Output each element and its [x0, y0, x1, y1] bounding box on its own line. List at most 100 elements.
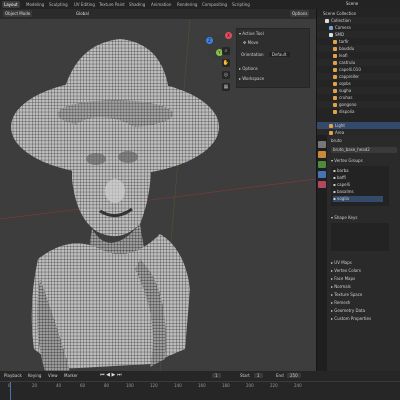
list-item[interactable]: sqobs: [317, 80, 400, 87]
properties-tabs: [317, 135, 327, 371]
list-item[interactable]: bauddu: [317, 45, 400, 52]
list-item[interactable]: cruhas: [317, 94, 400, 101]
properties-editor: bruto bruto_base_head2 ▾ Vertex Groups ▪…: [316, 135, 400, 371]
section-remesh[interactable]: ▸ Remesh: [331, 299, 350, 306]
section-normals[interactable]: ▸ Normals: [331, 283, 351, 290]
tick-label: 20: [32, 383, 38, 388]
zoom-icon[interactable]: ⌕: [222, 47, 230, 55]
section-custom-properties[interactable]: ▸ Custom Properties: [331, 315, 371, 322]
tab-layout[interactable]: Layout: [2, 1, 20, 8]
tool-tab-icon[interactable]: [318, 141, 326, 148]
section-vertex-colors[interactable]: ▸ Vertex Colors: [331, 267, 361, 274]
gizmo-x-axis[interactable]: X: [225, 32, 232, 39]
orientation-select[interactable]: Default: [268, 52, 290, 57]
list-item[interactable]: SMD: [317, 31, 400, 38]
tick-label: 160: [198, 383, 206, 388]
tick-label: 220: [270, 383, 278, 388]
timeline-divider: [0, 381, 400, 382]
tab-texture-paint[interactable]: Texture Paint: [97, 1, 127, 8]
list-item[interactable]: sugha: [317, 87, 400, 94]
scene-selector[interactable]: Scene: [346, 1, 358, 6]
list-item[interactable]: tarfir: [317, 38, 400, 45]
grid-icon[interactable]: ▦: [222, 83, 230, 91]
marker-menu[interactable]: Marker: [64, 373, 78, 378]
tab-shading[interactable]: Shading: [127, 1, 147, 8]
tab-compositing[interactable]: Compositing: [200, 1, 229, 8]
current-frame-field[interactable]: 1: [212, 373, 221, 378]
object-name[interactable]: bruto: [331, 138, 342, 143]
outliner: Scene Collection Collection Camera SMD t…: [316, 9, 400, 136]
vertex-groups-header[interactable]: ▾ Vertex Groups: [331, 157, 363, 164]
section-texture-space[interactable]: ▸ Texture Space: [331, 291, 362, 298]
list-item[interactable]: dispolia: [317, 108, 400, 115]
options-label: Options: [242, 66, 258, 71]
list-item[interactable]: capelli.010: [317, 66, 400, 73]
mesh-name-field[interactable]: bruto_base_head2: [331, 147, 397, 153]
hand-icon[interactable]: ✋: [222, 59, 230, 67]
playhead[interactable]: [10, 382, 11, 400]
list-item[interactable]: Collection: [317, 17, 400, 24]
camera-icon[interactable]: ◎: [222, 71, 230, 79]
workspace-bar: Layout Modeling Sculpting UV Editing Tex…: [0, 0, 400, 9]
list-item[interactable]: castrulu: [317, 59, 400, 66]
tick-label: 80: [104, 383, 110, 388]
viewport-header: Object Mode Global Options: [0, 9, 316, 19]
tab-modeling[interactable]: Modeling: [24, 1, 46, 8]
sidebar-panel: ▾ Active Tool ✥ Move Orientation Default…: [236, 28, 310, 88]
tick-label: 60: [80, 383, 86, 388]
scene-collection-label: Scene Collection: [323, 11, 357, 16]
modifier-tab-icon[interactable]: [318, 161, 326, 168]
playback-controls[interactable]: ⏮ ◀ ▶ ⏭: [100, 372, 121, 378]
list-item[interactable]: leafi: [317, 52, 400, 59]
mesh-data-tab-icon[interactable]: [318, 171, 326, 178]
shape-keys-list: [331, 223, 389, 251]
options-header[interactable]: ▸ Options: [239, 66, 258, 72]
tab-sculpting[interactable]: Sculpting: [47, 1, 70, 8]
move-tool[interactable]: ✥ Move: [243, 40, 258, 46]
orientation-label: Orientation: [241, 52, 264, 57]
tab-rendering[interactable]: Rendering: [175, 1, 199, 8]
start-label: Start: [240, 373, 250, 378]
list-item[interactable]: Light: [317, 122, 400, 129]
vertex-groups-label: Vertex Groups: [334, 158, 363, 163]
orientation-row: Orientation Default: [241, 52, 290, 58]
list-item[interactable]: ▪ basalms: [333, 189, 383, 195]
outliner-title: Scene Collection: [317, 10, 400, 17]
list-item[interactable]: ▪ baffi: [333, 175, 383, 181]
gizmo-z-axis[interactable]: Z: [206, 37, 213, 44]
object-tab-icon[interactable]: [318, 151, 326, 158]
active-tool-label: Active Tool: [242, 31, 264, 36]
tick-label: 120: [150, 383, 158, 388]
tool-name: Move: [247, 40, 259, 45]
tab-animation[interactable]: Animation: [149, 1, 173, 8]
orientation-dropdown[interactable]: Global: [74, 10, 91, 17]
section-face-maps[interactable]: ▸ Face Maps: [331, 275, 355, 282]
tick-label: 240: [294, 383, 302, 388]
playback-menu[interactable]: Playback: [4, 373, 22, 378]
mode-dropdown[interactable]: Object Mode: [3, 10, 33, 17]
start-field[interactable]: 1: [254, 373, 263, 378]
end-label: End: [276, 373, 284, 378]
section-uv-maps[interactable]: ▸ UV Maps: [331, 259, 352, 266]
shape-keys-header[interactable]: ▾ Shape Keys: [331, 214, 357, 221]
keying-menu[interactable]: Keying: [28, 373, 41, 378]
list-item[interactable]: gongono: [317, 101, 400, 108]
list-item[interactable]: ▪ barba: [333, 168, 383, 174]
list-item[interactable]: ▪ voglia: [333, 196, 383, 202]
tab-uv-editing[interactable]: UV Editing: [72, 1, 97, 8]
list-item[interactable]: ▪ capelli: [333, 182, 383, 188]
material-tab-icon[interactable]: [318, 181, 326, 188]
end-field[interactable]: 250: [287, 373, 301, 378]
timeline: Playback Keying View Marker ⏮ ◀ ▶ ⏭ 1 St…: [0, 371, 400, 400]
tab-scripting[interactable]: Scripting: [230, 1, 252, 8]
workspace-header[interactable]: ▸ Workspace: [239, 76, 264, 82]
tick-label: 140: [174, 383, 182, 388]
list-item[interactable]: Camera: [317, 24, 400, 31]
list-item[interactable]: cappreller: [317, 73, 400, 80]
view-menu[interactable]: View: [48, 373, 58, 378]
workspace-label: Workspace: [242, 76, 265, 81]
section-geometry-data[interactable]: ▸ Geometry Data: [331, 307, 365, 314]
shape-keys-label: Shape Keys: [334, 215, 358, 220]
active-tool-header[interactable]: ▾ Active Tool: [239, 31, 264, 37]
options-dropdown[interactable]: Options: [290, 10, 310, 17]
